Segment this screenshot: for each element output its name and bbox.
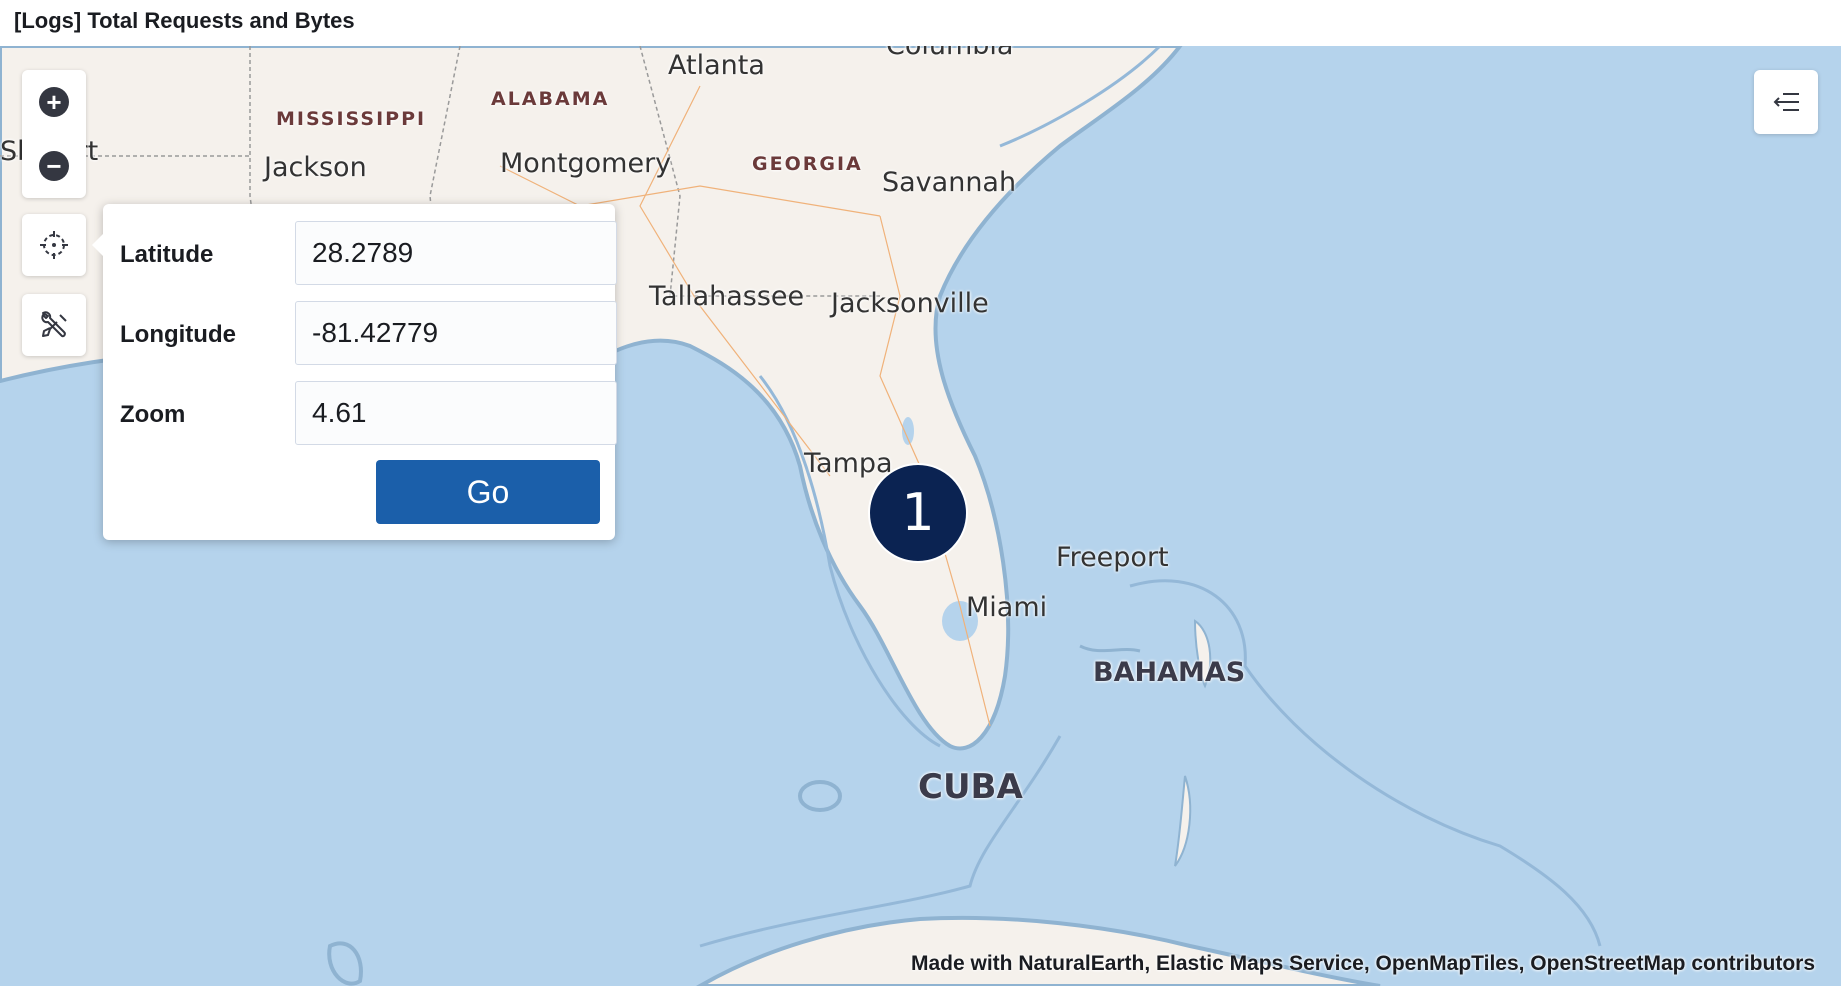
map-label-savannah: Savannah <box>882 167 1017 198</box>
list-collapse-icon <box>1773 93 1799 111</box>
map-label-freeport: Freeport <box>1056 542 1169 573</box>
plus-circle-icon: + <box>39 87 69 117</box>
latitude-label: Latitude <box>120 241 214 268</box>
land-bahamas-2 <box>1174 775 1192 867</box>
popover-arrow <box>92 234 103 256</box>
set-view-popover: Latitude Longitude Zoom Go <box>92 204 617 540</box>
longitude-row: Longitude <box>120 301 617 365</box>
map-label-atlanta: Atlanta <box>668 50 765 81</box>
zoom-label: Zoom <box>120 401 186 428</box>
map-label-tampa: Tampa <box>804 448 893 479</box>
panel-title: [Logs] Total Requests and Bytes <box>14 8 355 33</box>
zoom-controls: + − <box>22 70 86 198</box>
land-island-1 <box>798 780 842 812</box>
map-label-cuba: CUBA <box>918 767 1023 807</box>
map-label-georgia: GEORGIA <box>752 153 863 175</box>
map-label-columbia: Columbia <box>886 46 1013 61</box>
cluster-count: 1 <box>901 483 935 543</box>
zoom-input[interactable] <box>295 381 617 445</box>
map-label-tallahassee: Tallahassee <box>649 281 805 312</box>
tools-button[interactable] <box>22 294 86 356</box>
map-label-miami: Miami <box>966 592 1048 623</box>
minus-circle-icon: − <box>39 151 69 181</box>
map-label-mississippi: MISSISSIPPI <box>276 108 427 130</box>
crosshair-icon <box>40 231 68 259</box>
map-label-bahamas: BAHAMAS <box>1093 657 1246 688</box>
map-label-jackson: Jackson <box>264 152 367 183</box>
map-canvas[interactable]: Columbia Atlanta ALABAMA MISSISSIPPI Sh … <box>0 46 1841 986</box>
land-island-2 <box>327 941 363 986</box>
go-button[interactable]: Go <box>376 460 600 524</box>
map-attribution: Made with NaturalEarth, Elastic Maps Ser… <box>911 952 1815 975</box>
wrench-icon <box>41 311 67 338</box>
longitude-label: Longitude <box>120 321 236 348</box>
map-label-jacksonville: Jacksonville <box>831 288 989 319</box>
zoom-in-button[interactable]: + <box>22 70 86 134</box>
latitude-row: Latitude <box>120 221 617 285</box>
zoom-row: Zoom <box>120 381 617 445</box>
set-view-button[interactable] <box>22 214 86 276</box>
latitude-input[interactable] <box>295 221 617 285</box>
legend-toggle-button[interactable] <box>1754 70 1818 134</box>
land-bahamas-3 <box>1079 644 1141 653</box>
longitude-input[interactable] <box>295 301 617 365</box>
zoom-out-button[interactable]: − <box>22 134 86 198</box>
map-label-montgomery: Montgomery <box>500 148 672 179</box>
cluster-marker[interactable]: 1 <box>868 463 968 563</box>
map-label-alabama: ALABAMA <box>491 88 610 110</box>
